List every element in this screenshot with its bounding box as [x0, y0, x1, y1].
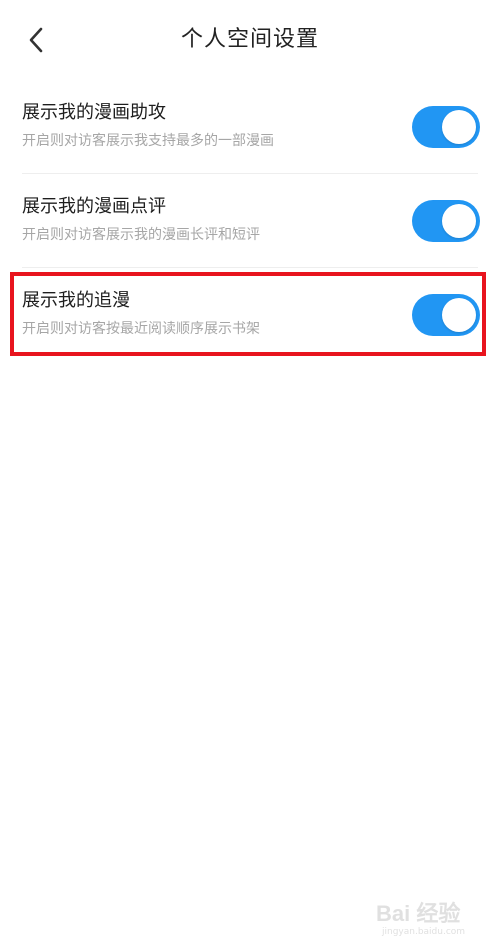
toggle-manga-review[interactable]: [412, 200, 480, 242]
toggle-manga-support[interactable]: [412, 106, 480, 148]
toggle-following[interactable]: [412, 294, 480, 336]
setting-row-manga-review: 展示我的漫画点评 开启则对访客展示我的漫画长评和短评: [0, 174, 500, 268]
header: 个人空间设置: [0, 0, 500, 80]
setting-description: 开启则对访客按最近阅读顺序展示书架: [22, 321, 260, 337]
setting-title: 展示我的漫画点评: [22, 196, 166, 217]
watermark-logo: Bai 经验 jingyan.baidu.com: [376, 901, 486, 939]
settings-list: 展示我的漫画助攻 开启则对访客展示我支持最多的一部漫画 展示我的漫画点评 开启则…: [0, 80, 500, 362]
page-title: 个人空间设置: [180, 27, 319, 52]
setting-row-following: 展示我的追漫 开启则对访客按最近阅读顺序展示书架: [0, 268, 500, 362]
setting-description: 开启则对访客展示我支持最多的一部漫画: [22, 133, 274, 149]
toggle-knob: [442, 298, 476, 332]
toggle-knob: [442, 110, 476, 144]
toggle-knob: [442, 204, 476, 238]
setting-description: 开启则对访客展示我的漫画长评和短评: [22, 227, 260, 243]
setting-row-manga-support: 展示我的漫画助攻 开启则对访客展示我支持最多的一部漫画: [0, 80, 500, 174]
watermark-text: Bai 经验: [376, 901, 461, 926]
setting-title: 展示我的漫画助攻: [22, 102, 166, 123]
watermark-subtext: jingyan.baidu.com: [382, 927, 466, 937]
setting-title: 展示我的追漫: [22, 290, 130, 311]
